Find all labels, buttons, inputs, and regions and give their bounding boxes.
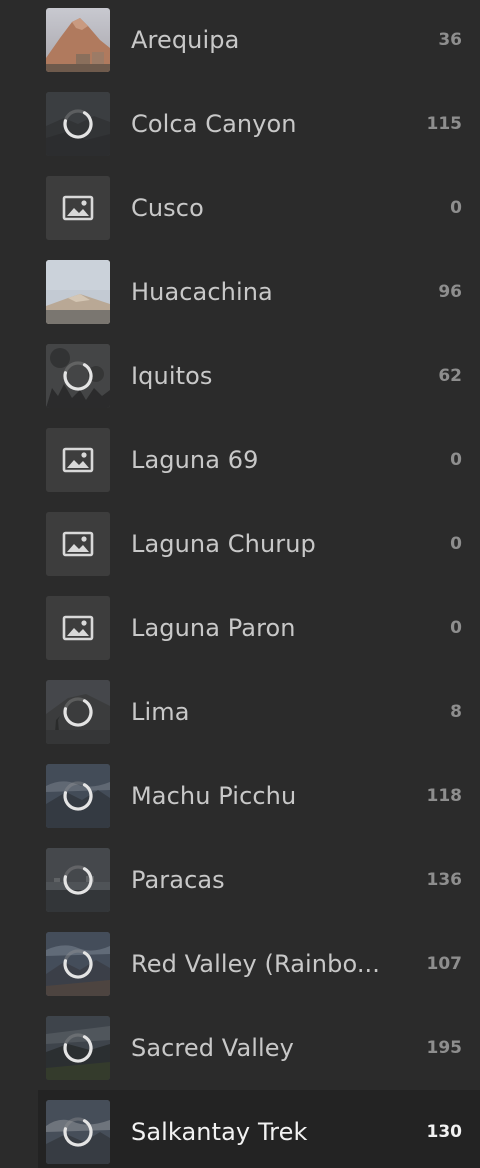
album-count: 118: [426, 786, 463, 806]
album-row-red-valley-rainbo[interactable]: Red Valley (Rainbo... 107: [0, 922, 480, 1006]
album-name: Arequipa: [131, 26, 240, 54]
album-name: Sacred Valley: [131, 1034, 294, 1062]
album-thumbnail: [46, 512, 110, 576]
album-row-cusco[interactable]: Cusco 0: [0, 166, 480, 250]
album-row-lima[interactable]: Lima 8: [0, 670, 480, 754]
photo-thumbnail: [46, 848, 110, 912]
album-count: 96: [438, 282, 462, 302]
photo-thumbnail: [46, 260, 110, 324]
photo-thumbnail: [46, 932, 110, 996]
photo-thumbnail: [46, 344, 110, 408]
image-icon: [46, 596, 110, 660]
album-thumbnail: [46, 680, 110, 744]
album-name: Colca Canyon: [131, 110, 297, 138]
image-icon: [46, 428, 110, 492]
photo-thumbnail: [46, 764, 110, 828]
album-row-salkantay-trek[interactable]: Salkantay Trek 130: [0, 1090, 480, 1168]
album-thumbnail: [46, 428, 110, 492]
album-thumbnail: [46, 92, 110, 156]
album-count: 62: [438, 366, 462, 386]
album-name: Cusco: [131, 194, 204, 222]
album-thumbnail: [46, 932, 110, 996]
album-row-laguna-69[interactable]: Laguna 69 0: [0, 418, 480, 502]
album-name: Huacachina: [131, 278, 273, 306]
album-name: Laguna 69: [131, 446, 259, 474]
album-name: Paracas: [131, 866, 225, 894]
album-row-huacachina[interactable]: Huacachina 96: [0, 250, 480, 334]
album-name: Iquitos: [131, 362, 213, 390]
album-name: Laguna Paron: [131, 614, 296, 642]
album-row-sacred-valley[interactable]: Sacred Valley 195: [0, 1006, 480, 1090]
album-name: Red Valley (Rainbo...: [131, 950, 381, 978]
album-thumbnail: [46, 848, 110, 912]
photo-thumbnail: [46, 680, 110, 744]
photo-thumbnail: [46, 92, 110, 156]
album-thumbnail: [46, 176, 110, 240]
album-name: Salkantay Trek: [131, 1118, 308, 1146]
album-count: 136: [426, 870, 463, 890]
image-icon: [46, 176, 110, 240]
album-count: 107: [426, 954, 463, 974]
photo-thumbnail: [46, 1100, 110, 1164]
album-row-machu-picchu[interactable]: Machu Picchu 118: [0, 754, 480, 838]
album-thumbnail: [46, 596, 110, 660]
album-name: Lima: [131, 698, 190, 726]
album-thumbnail: [46, 764, 110, 828]
album-count: 0: [450, 198, 462, 218]
album-thumbnail: [46, 260, 110, 324]
album-count: 130: [426, 1122, 463, 1142]
album-thumbnail: [46, 8, 110, 72]
album-count: 0: [450, 534, 462, 554]
album-count: 115: [426, 114, 463, 134]
album-name: Laguna Churup: [131, 530, 316, 558]
image-icon: [46, 512, 110, 576]
album-thumbnail: [46, 1100, 110, 1164]
album-row-laguna-churup[interactable]: Laguna Churup 0: [0, 502, 480, 586]
album-row-paracas[interactable]: Paracas 136: [0, 838, 480, 922]
album-count: 0: [450, 618, 462, 638]
album-thumbnail: [46, 344, 110, 408]
album-name: Machu Picchu: [131, 782, 297, 810]
photo-thumbnail: [46, 1016, 110, 1080]
album-count: 36: [438, 30, 462, 50]
photo-thumbnail: [46, 8, 110, 72]
album-row-iquitos[interactable]: Iquitos 62: [0, 334, 480, 418]
album-row-laguna-paron[interactable]: Laguna Paron 0: [0, 586, 480, 670]
album-count: 0: [450, 450, 462, 470]
album-thumbnail: [46, 1016, 110, 1080]
album-row-colca-canyon[interactable]: Colca Canyon 115: [0, 82, 480, 166]
album-list: Arequipa 36 Colca Canyon 115 Cusco 0 Hua…: [0, 0, 480, 1168]
album-count: 8: [450, 702, 462, 722]
album-count: 195: [426, 1038, 463, 1058]
album-row-arequipa[interactable]: Arequipa 36: [0, 0, 480, 82]
